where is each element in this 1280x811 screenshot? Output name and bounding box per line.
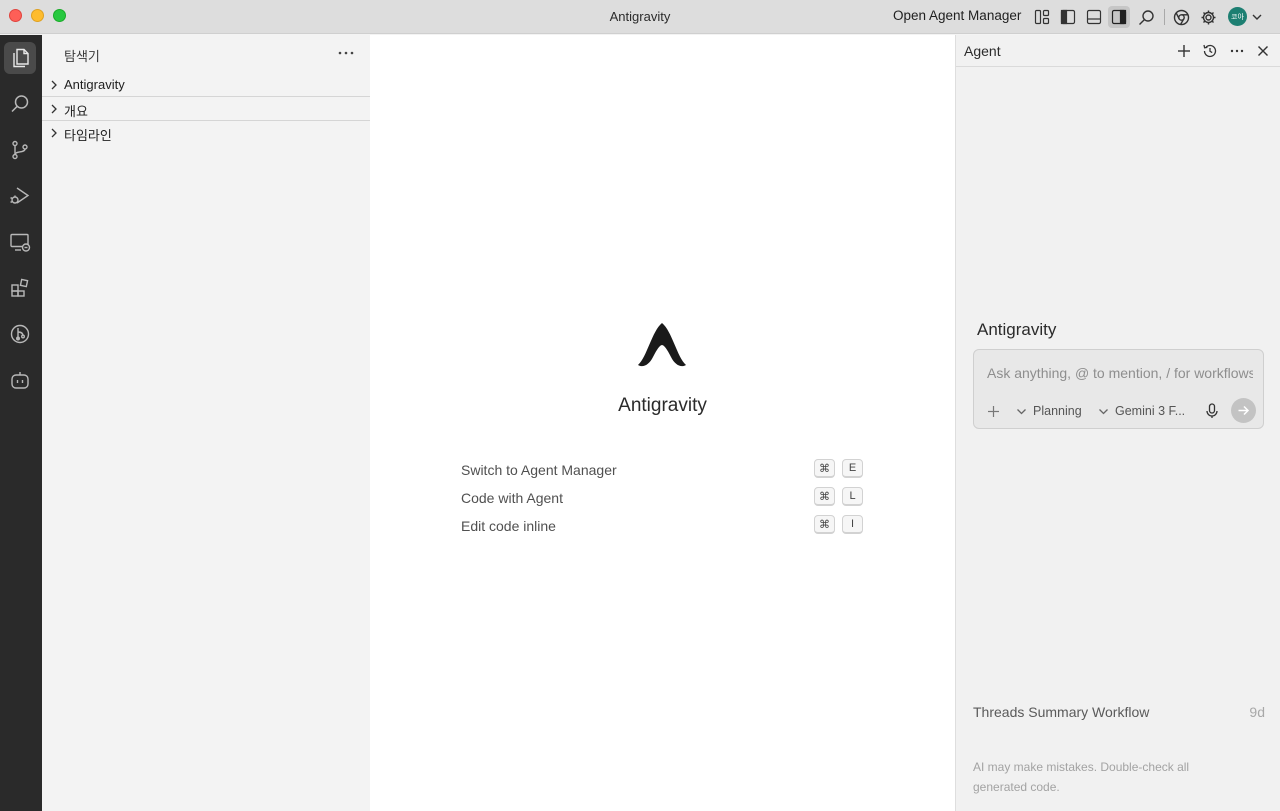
agent-prompt-input[interactable] [987,362,1253,384]
agent-panel-title: Agent [964,43,1001,59]
explorer-sidebar: 탐색기 Antigravity 개요 타임라인 [42,35,370,811]
gear-icon[interactable] [1197,6,1219,28]
send-button[interactable] [1231,398,1256,423]
shortcut-switch-agent-manager[interactable]: Switch to Agent Manager ⌘ E [461,459,864,481]
sidebar-section-antigravity[interactable]: Antigravity [42,73,370,97]
command-key: ⌘ [814,487,835,506]
more-actions-icon[interactable] [336,43,356,63]
close-icon[interactable] [1253,41,1273,61]
recent-thread-item[interactable]: Threads Summary Workflow 9d [973,703,1265,723]
git-graph-icon[interactable] [4,318,36,350]
search-icon[interactable] [4,88,36,120]
model-label: Gemini 3 F... [1115,404,1186,418]
sidebar-section-label: 개요 [64,104,88,119]
mode-dropdown[interactable]: Planning [1016,402,1082,420]
avatar[interactable]: 코아 [1228,7,1247,26]
chevron-down-icon [1099,408,1108,414]
arrow-right-icon [1238,405,1250,416]
agent-heading: Antigravity [977,320,1057,339]
editor-area: Antigravity Switch to Agent Manager ⌘ E … [370,35,955,811]
toggle-primary-sidebar-icon[interactable] [1057,6,1079,28]
explorer-icon[interactable] [4,42,36,74]
shortcut-key: L [842,487,863,506]
antigravity-logo-icon [637,321,687,373]
agent-panel: Agent Antigravity Planning Gemini 3 F... [955,35,1280,811]
command-key: ⌘ [814,515,835,534]
layout-icon[interactable] [1031,6,1053,28]
run-debug-icon[interactable] [4,180,36,212]
new-thread-icon[interactable] [1174,41,1194,61]
sidebar-section-outline[interactable]: 개요 [42,97,370,121]
more-actions-icon[interactable] [1227,41,1247,61]
shortcut-key: E [842,459,863,478]
model-dropdown[interactable]: Gemini 3 F... [1098,402,1185,420]
command-key: ⌘ [814,459,835,478]
toggle-secondary-sidebar-icon[interactable] [1108,6,1130,28]
shortcut-key: I [842,515,863,534]
ai-disclaimer: AI may make mistakes. Double-check all g… [973,760,1190,794]
sidebar-section-label: 타임라인 [64,128,112,143]
agent-bot-icon[interactable] [4,364,36,396]
toggle-panel-icon[interactable] [1083,6,1105,28]
history-icon[interactable] [1200,41,1220,61]
source-control-icon[interactable] [4,134,36,166]
sidebar-section-label: Antigravity [64,77,125,92]
sidebar-section-timeline[interactable]: 타임라인 [42,121,370,145]
remote-explorer-icon[interactable] [4,226,36,258]
agent-panel-header: Agent [956,35,1280,67]
shortcut-label: Code with Agent [461,490,563,506]
shortcut-edit-code-inline[interactable]: Edit code inline ⌘ I [461,515,864,537]
activity-bar [0,35,42,811]
agent-input-box: Planning Gemini 3 F... [973,349,1264,429]
add-context-icon[interactable] [987,402,1000,420]
thread-age: 9d [1249,704,1265,720]
microphone-icon[interactable] [1205,402,1219,420]
shortcut-code-with-agent[interactable]: Code with Agent ⌘ L [461,487,864,509]
chevron-down-icon [1017,408,1026,414]
mode-label: Planning [1033,404,1082,418]
open-agent-manager-button[interactable]: Open Agent Manager [893,8,1021,23]
title-bar: Antigravity Open Agent Manager 코아 [0,0,1280,34]
thread-name: Threads Summary Workflow [973,704,1150,720]
extensions-icon[interactable] [4,272,36,304]
chrome-icon[interactable] [1170,6,1192,28]
chevron-down-icon[interactable] [1246,6,1268,28]
search-icon[interactable] [1135,6,1157,28]
title-bar-divider [1164,9,1165,25]
sidebar-title: 탐색기 [64,49,100,64]
welcome-title: Antigravity [618,395,707,416]
chevron-right-icon [48,102,60,120]
chevron-right-icon [48,126,60,144]
shortcut-label: Edit code inline [461,518,556,534]
shortcut-label: Switch to Agent Manager [461,462,617,478]
chevron-right-icon [48,78,60,96]
